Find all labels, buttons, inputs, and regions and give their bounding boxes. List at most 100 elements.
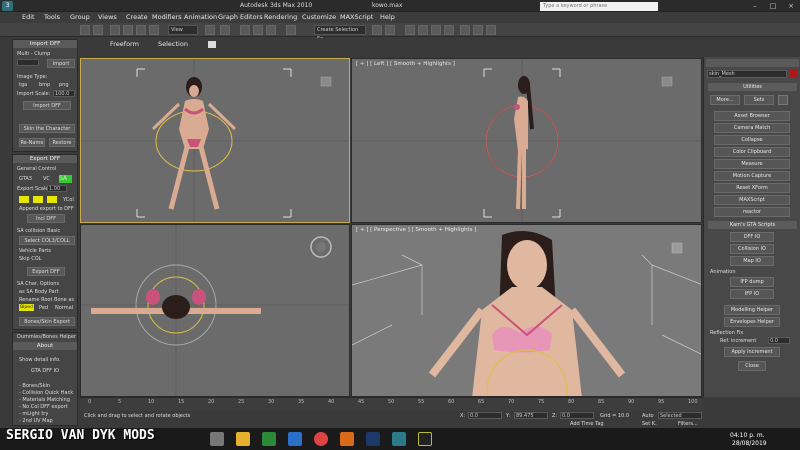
object-name-field[interactable]: skin_Mesh (707, 70, 787, 78)
rename-root-checkbox[interactable]: Rename Root Bone as (19, 297, 74, 303)
key-filters-button[interactable]: Filters... (678, 421, 698, 427)
append-export-checkbox[interactable]: Append export to DFF (19, 206, 74, 212)
set-key-button[interactable]: Set K. (642, 421, 657, 427)
apply-increment-button[interactable]: Apply increment (724, 347, 780, 357)
mirror-icon[interactable] (372, 25, 382, 35)
menu-animation[interactable]: Animation (184, 13, 217, 21)
ycol-swatch-3[interactable] (47, 196, 57, 203)
color-clipboard-button[interactable]: Color Clipboard (714, 147, 790, 157)
vc-option[interactable]: VC (43, 176, 50, 182)
import-scale-field[interactable]: 100.0 (53, 90, 75, 97)
select-object-icon[interactable] (136, 25, 146, 35)
show-detail-checkbox[interactable]: Show detail info. (19, 357, 61, 363)
sa-body-part-checkbox[interactable]: as SA Body Part (19, 289, 59, 295)
ifp-dump-button[interactable]: IFP dump (730, 277, 774, 287)
map-io-button[interactable]: Map IO (730, 256, 774, 266)
configure-sets-icon[interactable] (778, 95, 788, 105)
dummies-bones-label[interactable]: Dummies/Bones Helper (17, 334, 76, 340)
gta3-option[interactable]: GTA3 (19, 176, 32, 182)
taskview-icon[interactable] (210, 432, 224, 446)
align-icon[interactable] (385, 25, 395, 35)
menu-views[interactable]: Views (98, 13, 117, 21)
pivot-icon[interactable] (205, 25, 215, 35)
vehicle-parts-checkbox[interactable]: Vehicle Parts (19, 248, 51, 254)
chrome-icon[interactable] (314, 432, 328, 446)
layer-manager-icon[interactable] (405, 25, 415, 35)
ped-tag[interactable]: Ped (39, 305, 48, 311)
ribbon-toggle-icon[interactable] (208, 41, 216, 48)
viewport-top[interactable] (80, 224, 350, 397)
firefox-icon[interactable] (340, 432, 354, 446)
search-input[interactable]: Type a keyword or phrase (540, 2, 658, 11)
reset-xform-button[interactable]: Reset XForm (714, 183, 790, 193)
import-dff-button[interactable]: Import DFF (23, 101, 71, 110)
3dsmax-icon[interactable] (392, 432, 406, 446)
unlink-icon[interactable] (123, 25, 133, 35)
render-setup-icon[interactable] (460, 25, 470, 35)
select-col-button[interactable]: Select COL3/COLL (19, 236, 75, 245)
menu-help[interactable]: Help (380, 13, 395, 21)
modelling-helper-button[interactable]: Modelling Helper (724, 305, 780, 315)
maxscript-button[interactable]: MAXScript (714, 195, 790, 205)
add-time-tag[interactable]: Add Time Tag (570, 421, 604, 427)
skip-col-checkbox[interactable]: Skip COL (19, 256, 41, 262)
menu-edit[interactable]: Edit (22, 13, 35, 21)
measure-button[interactable]: Measure (714, 159, 790, 169)
tab-selection[interactable]: Selection (158, 40, 188, 48)
render-icon[interactable] (486, 25, 496, 35)
menu-create[interactable]: Create (126, 13, 148, 21)
motion-capture-button[interactable]: Motion Capture (714, 171, 790, 181)
object-color-swatch[interactable] (790, 70, 798, 78)
viewport-perspective[interactable]: [ + ] [ Perspective ] [ Smooth + Highlig… (351, 224, 702, 397)
angle-snap-icon[interactable] (253, 25, 263, 35)
incl-dff-button[interactable]: Incl DFF (27, 214, 65, 223)
store-icon[interactable] (262, 432, 276, 446)
tab-freeform[interactable]: Freeform (110, 40, 139, 48)
menu-maxscript[interactable]: MAXScript (340, 13, 373, 21)
viewport-left[interactable]: [ + ] [ Left ] [ Smooth + Highlights ] (351, 58, 702, 223)
timeline[interactable]: 0 5 10 15 20 25 30 35 40 45 50 55 60 65 70 75 80 85 90 95 10… (80, 397, 703, 411)
menu-customize[interactable]: Customize (302, 13, 336, 21)
select-rotate-icon[interactable] (149, 25, 159, 35)
sa-option[interactable]: SA (59, 175, 72, 183)
close-button[interactable]: × (782, 0, 800, 12)
schematic-view-icon[interactable] (431, 25, 441, 35)
ifp-io-button[interactable]: IFP IO (730, 289, 774, 299)
rename-button[interactable]: Re-Name (19, 138, 45, 147)
envelopes-helper-button[interactable]: Envelopes Helper (724, 317, 780, 327)
clump-field[interactable] (17, 59, 39, 66)
restore-button[interactable]: Restore (49, 138, 75, 147)
dff-io-button[interactable]: DFF IO (730, 232, 774, 242)
reference-coord-dropdown[interactable]: View (168, 25, 198, 35)
photoshop-icon[interactable] (366, 432, 380, 446)
menu-rendering[interactable]: Rendering (264, 13, 297, 21)
biped-tag[interactable]: Biped (19, 304, 34, 311)
app-icon[interactable]: 3 (2, 1, 13, 11)
selected-dropdown[interactable]: Selected (658, 412, 702, 419)
edit-named-selection-icon[interactable] (286, 25, 296, 35)
ycol-swatch-1[interactable] (19, 196, 29, 203)
file-explorer-icon[interactable] (236, 432, 250, 446)
menu-modifiers[interactable]: Modifiers (152, 13, 182, 21)
export-dff-button[interactable]: Export DFF (27, 267, 65, 276)
format-bmp[interactable]: bmp (39, 82, 50, 88)
sets-button[interactable]: Sets (744, 95, 774, 105)
viewport-front[interactable] (80, 58, 350, 223)
asset-browser-button[interactable]: Asset Browser (714, 111, 790, 121)
curve-editor-icon[interactable] (418, 25, 428, 35)
menu-graph-editors[interactable]: Graph Editors (218, 13, 263, 21)
more-button[interactable]: More... (710, 95, 740, 105)
minimize-button[interactable]: – (746, 0, 764, 12)
material-editor-icon[interactable] (444, 25, 454, 35)
snap-icon[interactable] (240, 25, 250, 35)
menu-group[interactable]: Group (70, 13, 90, 21)
close-panel-button[interactable]: Close (738, 361, 766, 371)
normal-tag[interactable]: Normal (55, 305, 73, 311)
redo-icon[interactable] (93, 25, 103, 35)
format-tga[interactable]: tga (19, 82, 27, 88)
collision-io-button[interactable]: Collision IO (730, 244, 774, 254)
ycol-swatch-2[interactable] (33, 196, 43, 203)
select-manipulate-icon[interactable] (220, 25, 230, 35)
skin-character-button[interactable]: Skin the Character (19, 124, 75, 133)
undo-icon[interactable] (80, 25, 90, 35)
